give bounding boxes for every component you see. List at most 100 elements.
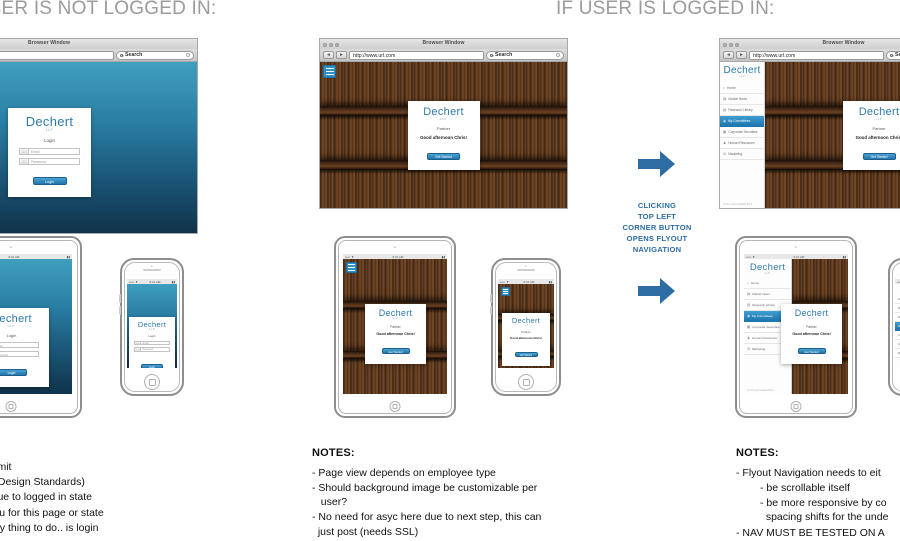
email-field[interactable]: Email bbox=[0, 342, 39, 348]
sidebar-item-human-resources[interactable]: ♟ Human Resources bbox=[720, 138, 764, 149]
browser-window-login: Browser Window ◄ ► http://www.url.com Se… bbox=[0, 38, 198, 234]
note-item: - Page view depends on employee type bbox=[312, 466, 496, 479]
email-field[interactable]: Email bbox=[140, 340, 170, 346]
password-row[interactable]: □ Password bbox=[0, 350, 43, 357]
search-input[interactable]: Search bbox=[886, 50, 900, 60]
people-icon: ♟ bbox=[723, 140, 727, 145]
home-button[interactable] bbox=[790, 401, 802, 412]
get-started-button[interactable]: Get Started bbox=[427, 153, 460, 160]
login-submit-button[interactable]: Login bbox=[32, 177, 67, 186]
volume-down-button[interactable] bbox=[489, 306, 492, 315]
url-input[interactable]: http://www.url.com bbox=[749, 50, 884, 60]
sidebar-item-label: My Committees bbox=[751, 313, 773, 318]
password-field[interactable]: Password bbox=[28, 158, 80, 166]
library-icon: ▧ bbox=[747, 302, 751, 307]
securities-icon: ▦ bbox=[723, 129, 727, 134]
sidebar-item-marketing[interactable]: ⚙ Marketing bbox=[720, 149, 764, 160]
search-placeholder: Search bbox=[495, 52, 513, 58]
flyout-nav-toggle-button[interactable] bbox=[501, 287, 510, 296]
password-row[interactable]: □ Password bbox=[16, 158, 83, 166]
email-row[interactable]: □ Email bbox=[0, 342, 43, 348]
url-input[interactable]: http://www.url.com bbox=[0, 50, 114, 60]
flyout-nav-toggle-button[interactable] bbox=[323, 65, 336, 78]
home-icon: ⌂ bbox=[723, 85, 726, 90]
email-row[interactable]: □ Email bbox=[133, 340, 171, 346]
home-button[interactable] bbox=[144, 374, 160, 390]
flyout-nav-toggle-button[interactable] bbox=[346, 262, 357, 273]
sidebar-item-label: Market News bbox=[752, 291, 770, 296]
browser-viewport-login: Dechert LLP Login □ Email □ Password Log… bbox=[0, 62, 198, 234]
sidebar-item-home[interactable]: Home bbox=[895, 295, 900, 304]
search-input[interactable]: Search bbox=[486, 50, 564, 60]
dechert-logo-sub: LLP bbox=[45, 128, 54, 132]
welcome-card: Dechert LLP Partner Good afternoon Chris… bbox=[365, 304, 426, 364]
home-button[interactable] bbox=[518, 374, 534, 390]
phone-screen-dashboard: ••••• ▼ 9:41 AM ▮▮ Dechert LLP Partner G… bbox=[498, 279, 554, 368]
notes-right: NOTES: - Flyout Navigation needs to eit … bbox=[736, 446, 900, 541]
section-header-not-logged-in: IF USER IS NOT LOGGED IN: bbox=[0, 0, 217, 19]
volume-down-button[interactable] bbox=[118, 306, 121, 315]
sidebar-item-label: Corporate Securities bbox=[728, 129, 758, 134]
email-field[interactable]: Email bbox=[28, 148, 80, 156]
clear-search-icon[interactable] bbox=[556, 53, 560, 57]
phone-device-dashboard: ••••• ▼ 9:41 AM ▮▮ Dechert LLP Partner G… bbox=[489, 258, 561, 396]
login-submit-button[interactable]: Login bbox=[0, 368, 27, 376]
home-button[interactable] bbox=[389, 401, 401, 412]
get-started-button[interactable]: Get Started bbox=[381, 347, 410, 354]
back-button[interactable]: ◄ bbox=[723, 51, 734, 59]
password-field[interactable]: Password bbox=[0, 350, 39, 357]
sidebar-item-my-committees[interactable]: My Committees bbox=[895, 322, 900, 331]
sidebar-item-corporate-securities[interactable]: ▦ Corporate Securities bbox=[720, 127, 764, 138]
sidebar-item-my-committees[interactable]: ◉ My Committees bbox=[720, 115, 764, 127]
get-started-button[interactable]: Get Started bbox=[514, 352, 538, 358]
email-row[interactable]: □ Email bbox=[16, 148, 83, 156]
volume-up-button[interactable] bbox=[118, 294, 121, 303]
sidebar-item-human-resources[interactable]: Human Resources bbox=[895, 340, 900, 349]
sidebar-item-label: Human Resources bbox=[752, 335, 777, 340]
sidebar-item-marketing[interactable]: Marketing bbox=[895, 349, 900, 358]
notes-middle: NOTES: - Page view depends on employee t… bbox=[312, 446, 612, 540]
login-submit-button[interactable]: Login bbox=[141, 363, 163, 368]
password-row[interactable]: □ Password bbox=[133, 347, 171, 352]
sidebar-item-research-library[interactable]: ▧ Research Library bbox=[720, 105, 764, 116]
sidebar-item-corporate-securities[interactable]: Corporate Securities bbox=[895, 331, 900, 340]
search-input[interactable]: Search bbox=[116, 50, 194, 60]
login-heading: Login bbox=[148, 333, 156, 338]
sidebar-item-research-library[interactable]: Research Library bbox=[895, 313, 900, 322]
password-field[interactable]: Password bbox=[140, 347, 170, 352]
sidebar-item-home[interactable]: ⌂ Home bbox=[720, 83, 764, 94]
back-button[interactable]: ◄ bbox=[323, 51, 334, 59]
sidebar-item-label: Corporate Securities bbox=[752, 324, 780, 329]
browser-window-flyout: Browser Window ◄ ► http://www.url.com Se… bbox=[719, 38, 900, 209]
status-battery: ▮▮ bbox=[548, 279, 552, 284]
browser-window-title: Browser Window bbox=[422, 40, 465, 46]
phone-screen-flyout: ••••• ▼ 9:41 AM Dechert Home Market News… bbox=[895, 279, 900, 368]
note-item: ged in, then only thing to do.. is login bbox=[0, 521, 99, 534]
welcome-card: Dechert LLP Partner Good afternoon Chris… bbox=[502, 313, 550, 367]
clear-search-icon[interactable] bbox=[186, 53, 190, 57]
get-started-button[interactable]: Get Started bbox=[862, 153, 896, 160]
sidebar-item-label: My Committees bbox=[728, 118, 751, 123]
phone-screen-login: ••••• ▼ 9:41 AM ▮▮ Dechert LLP Login □ E… bbox=[127, 279, 177, 368]
login-card: Dechert LLP Login □ Email □ Password Log… bbox=[0, 308, 49, 387]
forward-button[interactable]: ► bbox=[736, 51, 747, 59]
dechert-logo: Dechert bbox=[25, 114, 74, 129]
forward-button[interactable]: ► bbox=[336, 51, 347, 59]
note-item: - Should background image be customizabl… bbox=[312, 482, 538, 509]
home-button[interactable] bbox=[5, 401, 17, 412]
user-role: Partner bbox=[521, 329, 531, 334]
sidebar-item-market-news[interactable]: ▤ Market News bbox=[720, 94, 764, 105]
sidebar-item-market-news[interactable]: Market News bbox=[895, 304, 900, 313]
user-role: Partner bbox=[806, 324, 817, 329]
dechert-logo-sub: LLP bbox=[808, 317, 815, 320]
sidebar-item-home[interactable]: ⌂ Home bbox=[744, 278, 791, 289]
sidebar-item-market-news[interactable]: ▤ Market News bbox=[744, 289, 791, 300]
volume-up-button[interactable] bbox=[489, 294, 492, 303]
tablet-device-flyout: ••••• ▼ 9:41 AM ▮▮ Dechert LLP ⌂ Home ▤ Ma… bbox=[735, 236, 857, 418]
url-input[interactable]: http://www.url.com bbox=[349, 50, 484, 60]
lock-icon: □ bbox=[19, 158, 28, 166]
note-item: is needed (Via Design Standards) bbox=[0, 476, 85, 489]
home-icon: ⌂ bbox=[747, 280, 750, 285]
get-started-button[interactable]: Get Started bbox=[797, 347, 826, 354]
browser-window-dashboard: Browser Window ◄ ► http://www.url.com Se… bbox=[319, 38, 568, 209]
